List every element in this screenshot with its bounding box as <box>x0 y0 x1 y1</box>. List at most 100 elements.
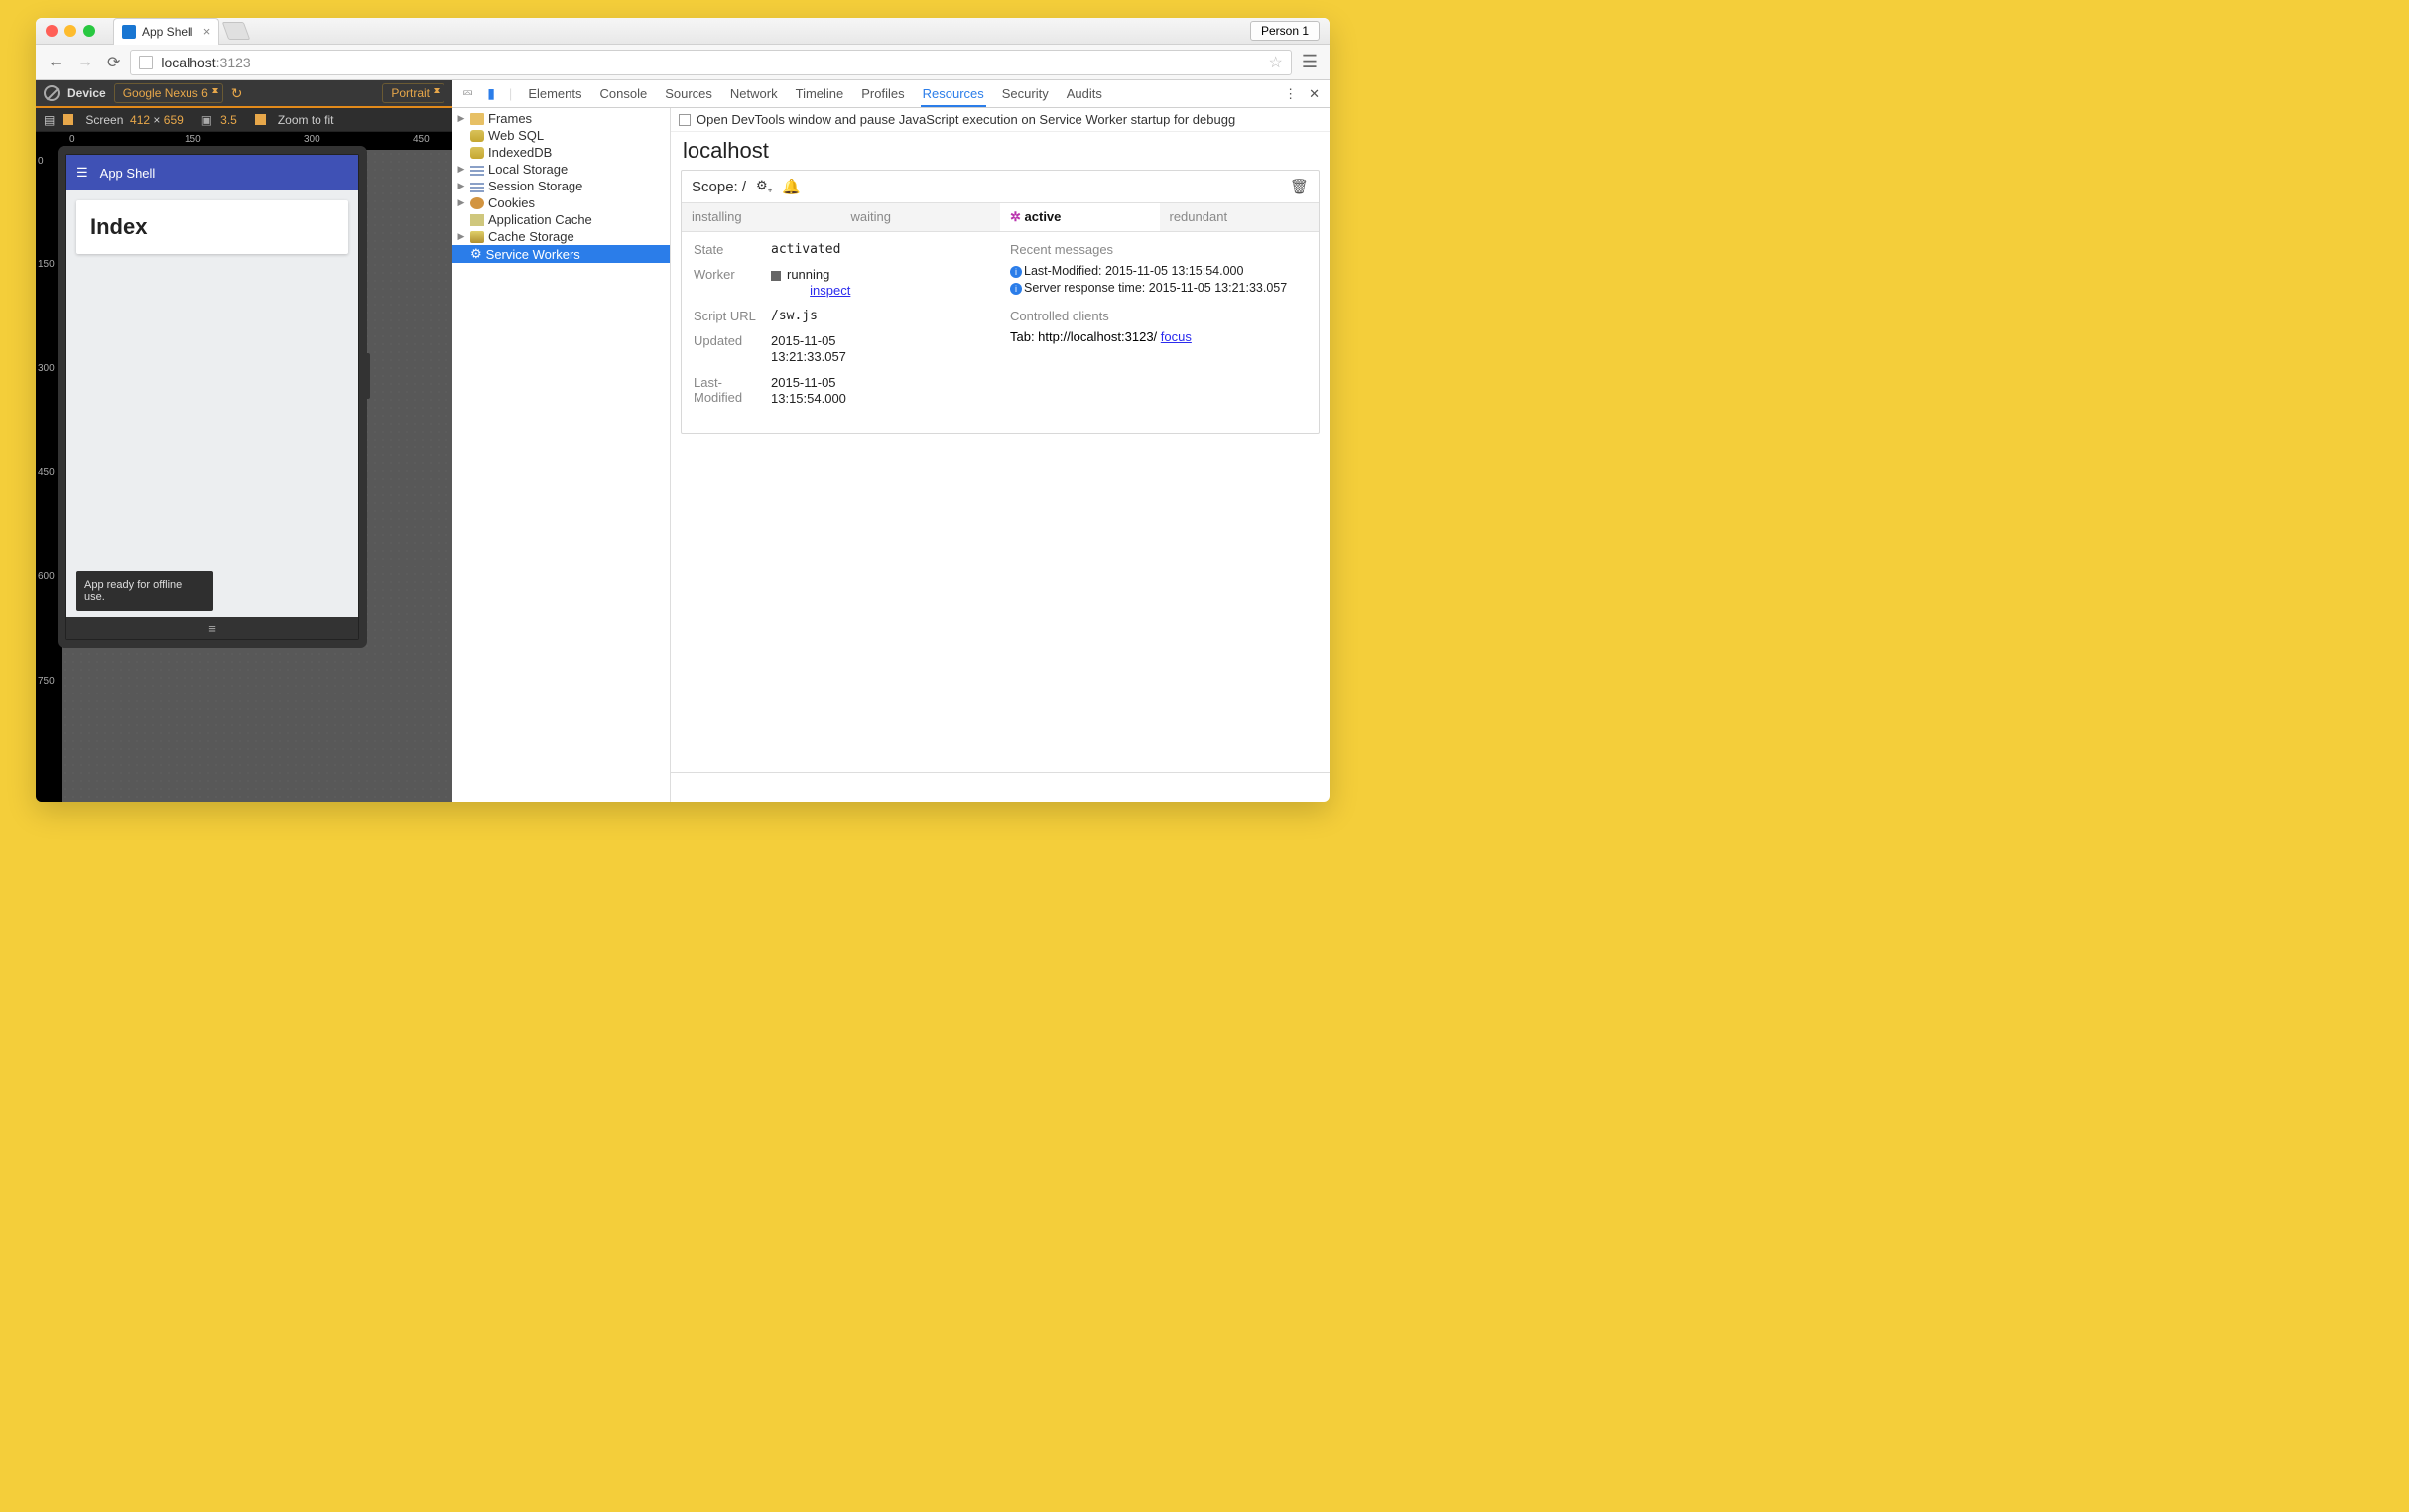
tab-elements[interactable]: Elements <box>526 80 583 107</box>
back-button[interactable]: ← <box>44 52 67 73</box>
card-heading: Index <box>90 214 334 240</box>
stop-icon[interactable] <box>771 271 781 281</box>
zoom-checkbox[interactable] <box>255 114 266 125</box>
emulation-canvas: ☰ App Shell Index App ready for offline … <box>62 150 452 802</box>
profile-button[interactable]: Person 1 <box>1250 21 1320 41</box>
sw-tab-installing[interactable]: installing <box>682 203 841 231</box>
device-emulation-panel: Device Google Nexus 6 ↻ Portrait ▤ Scree… <box>36 80 452 802</box>
close-tab-icon[interactable]: × <box>203 24 211 39</box>
disable-emulation-icon[interactable] <box>44 85 60 101</box>
sw-tab-active[interactable]: ✲ active <box>1000 203 1160 231</box>
tab-network[interactable]: Network <box>728 80 780 107</box>
tab-timeline[interactable]: Timeline <box>794 80 846 107</box>
resize-handle[interactable] <box>362 353 370 399</box>
browser-toolbar: ← → ⟳ localhost:3123 ☆ ☰ <box>36 45 1330 80</box>
gear-icon[interactable]: ⚙+ <box>756 178 772 195</box>
pause-on-start-checkbox[interactable] <box>679 114 691 126</box>
maximize-window-icon[interactable] <box>83 25 95 37</box>
url-text: localhost:3123 <box>161 55 250 70</box>
origin-heading: localhost <box>671 132 1330 170</box>
updated-key: Updated <box>694 333 763 365</box>
tree-item-web-sql[interactable]: Web SQL <box>452 127 670 144</box>
swap-dimensions-icon[interactable]: ↻ <box>231 85 243 102</box>
app-header: ☰ App Shell <box>66 155 358 190</box>
clients-heading: Controlled clients <box>1010 309 1307 323</box>
toast: App ready for offline use. <box>76 571 213 611</box>
inspect-link[interactable]: inspect <box>810 283 850 298</box>
app-title: App Shell <box>100 166 156 181</box>
forward-button[interactable]: → <box>73 52 97 73</box>
address-bar[interactable]: localhost:3123 ☆ <box>130 50 1291 75</box>
titlebar: App Shell × Person 1 <box>36 18 1330 45</box>
ruler-vertical: 0 150 300 450 600 750 <box>36 150 62 802</box>
sw-tab-waiting[interactable]: waiting <box>841 203 1001 231</box>
devtools-menu-icon[interactable]: ⋮ <box>1284 86 1297 102</box>
tree-label: Application Cache <box>488 212 592 227</box>
device-select[interactable]: Google Nexus 6 <box>114 83 223 103</box>
tree-item-local-storage[interactable]: ▶Local Storage <box>452 161 670 178</box>
tab-audits[interactable]: Audits <box>1065 80 1104 107</box>
window-controls <box>46 25 95 37</box>
screen-dims: Screen 412 × 659 <box>85 113 183 127</box>
bookmark-icon[interactable]: ☆ <box>1269 53 1283 72</box>
tab-favicon <box>122 25 136 39</box>
state-key: State <box>694 242 763 257</box>
tree-item-service-workers[interactable]: ⚙Service Workers <box>452 245 670 263</box>
db-icon <box>470 147 484 159</box>
tab-resources[interactable]: Resources <box>921 80 986 107</box>
devtools-close-icon[interactable]: ✕ <box>1309 86 1320 102</box>
scripturl-value: /sw.js <box>771 309 818 323</box>
sw-startup-option: Open DevTools window and pause JavaScrip… <box>671 108 1330 132</box>
tree-item-application-cache[interactable]: Application Cache <box>452 211 670 228</box>
drawer-border <box>671 772 1330 802</box>
tab-security[interactable]: Security <box>1000 80 1051 107</box>
device-navbar: ≡ <box>66 617 358 639</box>
devtools-panel: ⮹ ▮ | Elements Console Sources Network T… <box>452 80 1330 802</box>
hamburger-icon[interactable]: ☰ <box>76 165 88 181</box>
tree-label: Session Storage <box>488 179 582 193</box>
db-icon <box>470 130 484 142</box>
menu-icon[interactable]: ☰ <box>1298 52 1322 72</box>
new-tab-button[interactable] <box>222 22 251 40</box>
focus-link[interactable]: focus <box>1161 329 1192 344</box>
close-window-icon[interactable] <box>46 25 58 37</box>
device-frame: ☰ App Shell Index App ready for offline … <box>65 154 359 640</box>
screen-checkbox[interactable] <box>63 114 73 125</box>
tab-console[interactable]: Console <box>598 80 650 107</box>
tree-label: Web SQL <box>488 128 544 143</box>
gear-icon: ⚙ <box>470 246 482 262</box>
message-1: iLast-Modified: 2015-11-05 13:15:54.000 <box>1010 263 1307 278</box>
tree-label: Local Storage <box>488 162 568 177</box>
tree-item-cache-storage[interactable]: ▶Cache Storage <box>452 228 670 245</box>
tree-item-indexeddb[interactable]: IndexedDB <box>452 144 670 161</box>
tree-item-session-storage[interactable]: ▶Session Storage <box>452 178 670 194</box>
sw-state-tabs: installing waiting ✲ active redundant <box>682 202 1319 232</box>
minimize-window-icon[interactable] <box>64 25 76 37</box>
orientation-select[interactable]: Portrait <box>382 83 444 103</box>
app-icon <box>470 214 484 226</box>
tab-sources[interactable]: Sources <box>663 80 714 107</box>
info-icon: i <box>1010 283 1022 295</box>
reload-button[interactable]: ⟳ <box>103 51 124 74</box>
toggle-device-icon[interactable]: ▮ <box>487 85 495 102</box>
device-bar: Device Google Nexus 6 ↻ Portrait <box>36 80 452 108</box>
worker-key: Worker <box>694 267 763 299</box>
ruler-horizontal: 0 150 300 450 <box>36 132 452 150</box>
push-icon[interactable]: 🔔 <box>782 178 801 195</box>
trash-icon[interactable]: 🗑 <box>1290 178 1309 195</box>
dock-icon[interactable]: ▤ <box>44 113 55 127</box>
inspect-icon[interactable]: ⮹ <box>462 85 473 102</box>
tree-item-cookies[interactable]: ▶Cookies <box>452 194 670 211</box>
browser-tab[interactable]: App Shell × <box>113 18 219 45</box>
tab-profiles[interactable]: Profiles <box>859 80 906 107</box>
sw-tab-redundant[interactable]: redundant <box>1160 203 1320 231</box>
folder-icon <box>470 113 484 125</box>
stack-icon <box>470 231 484 243</box>
page-icon <box>139 56 153 69</box>
tree-item-frames[interactable]: ▶Frames <box>452 110 670 127</box>
workspace: Device Google Nexus 6 ↻ Portrait ▤ Scree… <box>36 80 1330 802</box>
message-2: iServer response time: 2015-11-05 13:21:… <box>1010 280 1307 295</box>
resources-detail: Open DevTools window and pause JavaScrip… <box>671 108 1330 802</box>
updated-value: 2015-11-0513:21:33.057 <box>771 333 846 365</box>
tree-label: IndexedDB <box>488 145 552 160</box>
